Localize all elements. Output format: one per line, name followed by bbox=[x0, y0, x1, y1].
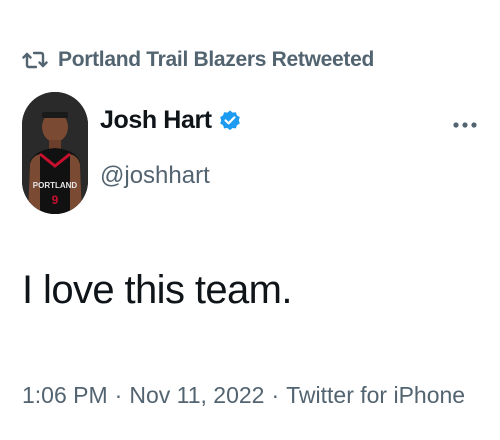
tweet-text: I love this team. bbox=[22, 268, 293, 312]
avatar-image: PORTLAND 9 bbox=[22, 92, 88, 214]
tweet-meta: 1:06 PM · Nov 11, 2022 · Twitter for iPh… bbox=[22, 382, 465, 409]
meta-separator: · bbox=[271, 382, 280, 408]
avatar-jersey-number: 9 bbox=[52, 193, 59, 207]
verified-badge-icon bbox=[218, 109, 242, 133]
meta-separator: · bbox=[114, 382, 123, 408]
tweet-time[interactable]: 1:06 PM bbox=[22, 382, 108, 409]
retweet-icon bbox=[22, 49, 48, 71]
retweet-banner[interactable]: Portland Trail Blazers Retweeted bbox=[22, 44, 374, 76]
more-options-button[interactable] bbox=[452, 116, 478, 134]
author-name-row: Josh Hart bbox=[100, 106, 242, 135]
tweet-source[interactable]: Twitter for iPhone bbox=[286, 382, 465, 409]
avatar[interactable]: PORTLAND 9 bbox=[22, 92, 88, 214]
author-display-name[interactable]: Josh Hart bbox=[100, 106, 212, 135]
tweet-date[interactable]: Nov 11, 2022 bbox=[129, 382, 264, 409]
tweet-card: Portland Trail Blazers Retweeted PORTLAN… bbox=[0, 0, 500, 440]
avatar-jersey-text: PORTLAND bbox=[33, 181, 78, 190]
retweet-banner-text[interactable]: Portland Trail Blazers Retweeted bbox=[58, 48, 374, 72]
more-options-icon bbox=[453, 122, 477, 128]
author-handle[interactable]: @joshhart bbox=[100, 162, 210, 190]
